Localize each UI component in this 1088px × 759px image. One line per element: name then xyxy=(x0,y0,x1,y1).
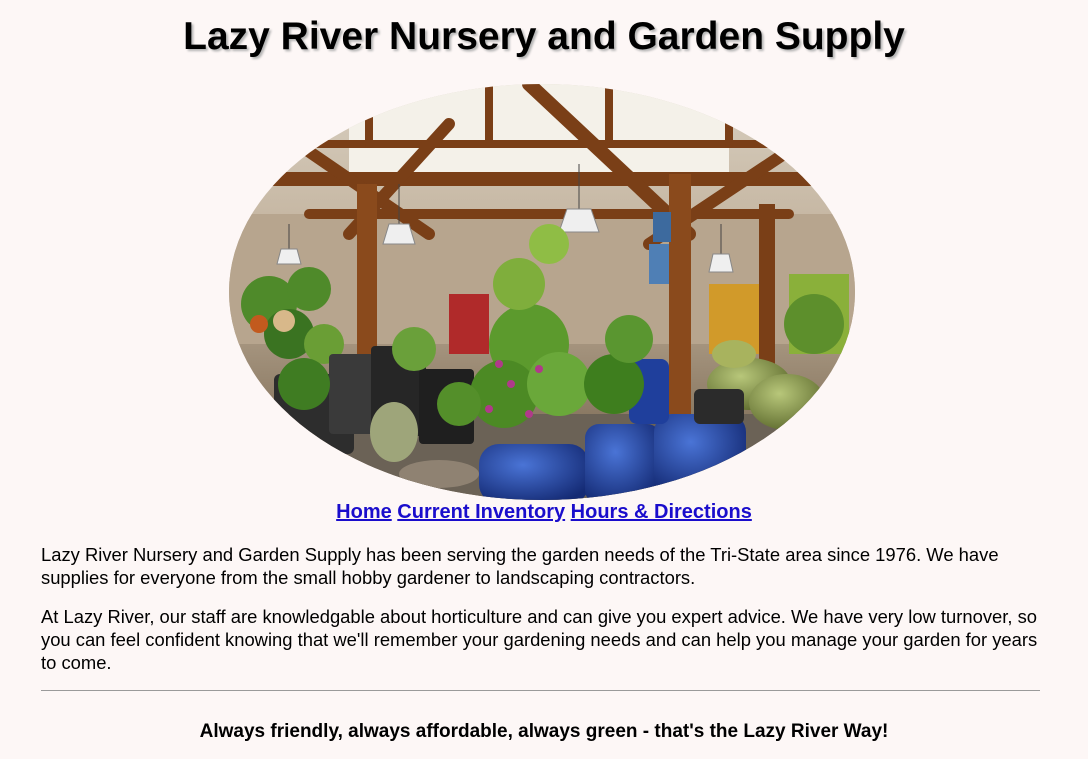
staff-paragraph: At Lazy River, our staff are knowledgabl… xyxy=(41,606,1038,673)
nav-link-hours-directions[interactable]: Hours & Directions xyxy=(571,501,752,523)
nav-link-current-inventory[interactable]: Current Inventory xyxy=(397,501,565,523)
intro-paragraph: Lazy River Nursery and Garden Supply has… xyxy=(41,544,999,588)
tagline: Always friendly, always affordable, alwa… xyxy=(199,721,889,742)
page-title: Lazy River Nursery and Garden Supply xyxy=(183,15,905,58)
garden-center-photo-icon xyxy=(229,84,855,500)
divider xyxy=(41,690,1040,691)
main-nav: Home Current Inventory Hours & Direction… xyxy=(0,499,1088,525)
nav-link-home[interactable]: Home xyxy=(336,501,392,523)
main-content: Lazy River Nursery and Garden Supply has… xyxy=(41,543,1041,690)
hero-image xyxy=(229,84,855,501)
page: Lazy River Nursery and Garden Supply Hom… xyxy=(0,0,1088,759)
